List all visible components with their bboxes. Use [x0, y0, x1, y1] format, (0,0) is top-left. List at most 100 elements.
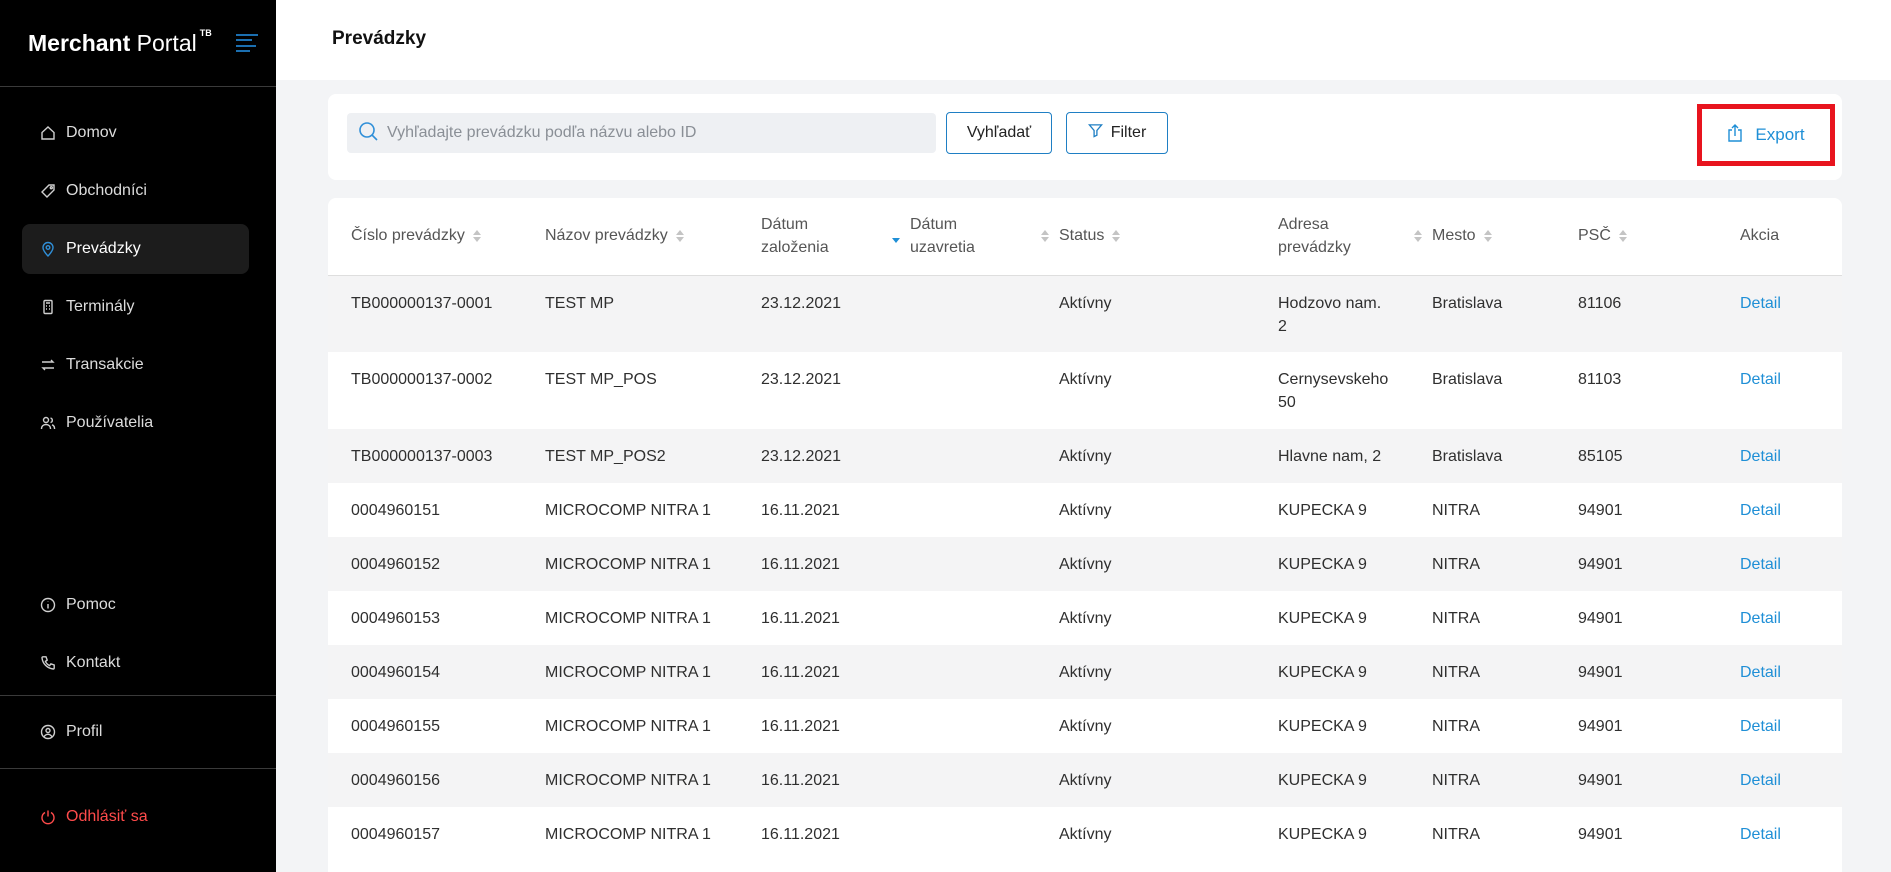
- filter-label: Filter: [1110, 124, 1147, 141]
- cell-city: Bratislava: [1432, 429, 1578, 483]
- cell-status-text: Aktívny: [1059, 556, 1112, 573]
- nav-item-label: Obchodníci: [66, 182, 147, 199]
- cell-status-text: Aktívny: [1059, 610, 1112, 627]
- cell-zip-text: 94901: [1578, 772, 1623, 789]
- detail-link-text[interactable]: Detail: [1740, 772, 1781, 789]
- col-header-zip[interactable]: PSČ: [1578, 198, 1740, 276]
- cell-city-text: Bratislava: [1432, 294, 1503, 312]
- location-pin-icon: [40, 241, 56, 257]
- sort-desc-icon: [892, 230, 900, 243]
- phone-icon: [40, 655, 56, 671]
- col-header-created[interactable]: Dátum založenia: [761, 198, 910, 276]
- col-header-name[interactable]: Názov prevádzky: [545, 198, 761, 276]
- cell-name: MICROCOMP NITRA 1: [545, 699, 761, 753]
- support-nav: Pomoc Kontakt: [0, 580, 276, 696]
- cell-zip: 94901: [1578, 807, 1740, 861]
- header-label: Akcia: [1740, 227, 1780, 245]
- col-header-status[interactable]: Status: [1059, 198, 1278, 276]
- cell-created: 16.11.2021: [761, 753, 910, 807]
- cell-status-text: Aktívny: [1059, 371, 1112, 388]
- table-row: 0004960155 MICROCOMP NITRA 1 16.11.2021 Akt…: [328, 699, 1842, 753]
- nav-item-domov[interactable]: Domov: [22, 108, 249, 158]
- divider: [0, 695, 276, 696]
- cell-created-text: 23.12.2021: [761, 371, 842, 388]
- cell-created: 16.11.2021: [761, 591, 910, 645]
- cell-created-text: 23.12.2021: [761, 448, 842, 465]
- detail-link-text[interactable]: Detail: [1740, 718, 1781, 735]
- search-input[interactable]: [387, 124, 927, 142]
- search-card: Vyhľadať Filter: [328, 94, 1842, 180]
- detail-link-text[interactable]: Detail: [1740, 502, 1781, 519]
- detail-link-text[interactable]: Detail: [1740, 448, 1781, 465]
- nav-item-prevadzky[interactable]: Prevádzky: [22, 224, 249, 274]
- profile-nav: Profil: [0, 707, 276, 765]
- cell-city: Bratislava: [1432, 352, 1578, 429]
- address-line: Cernysevskeho: [1278, 371, 1389, 388]
- cell-created: 23.12.2021: [761, 429, 910, 483]
- nav-item-label: Profil: [66, 723, 103, 740]
- nav-item-profil[interactable]: Profil: [22, 707, 249, 757]
- col-header-action: Akcia: [1740, 198, 1842, 276]
- nav-item-obchodnici[interactable]: Obchodníci: [22, 166, 249, 216]
- header-label: uzavretia: [910, 239, 975, 257]
- cell-closed: [910, 699, 1059, 753]
- nav-item-pouzivatelia[interactable]: Používatelia: [22, 398, 249, 448]
- detail-link-text[interactable]: Detail: [1740, 664, 1781, 681]
- detail-link-text[interactable]: Detail: [1740, 295, 1781, 312]
- menu-toggle-icon[interactable]: [236, 34, 258, 52]
- export-button[interactable]: Export: [1727, 123, 1805, 147]
- col-header-closed[interactable]: Dátum uzavretia: [910, 198, 1059, 276]
- cell-zip-text: 85105: [1578, 448, 1623, 465]
- cell-status-text: Aktívny: [1059, 664, 1112, 681]
- detail-link-text[interactable]: Detail: [1740, 556, 1781, 573]
- cell-zip-text: 94901: [1578, 556, 1623, 573]
- cell-status: Aktívny: [1059, 352, 1278, 429]
- terminal-icon: [40, 299, 56, 315]
- table-row: 0004960151 MICROCOMP NITRA 1 16.11.2021 Akt…: [328, 483, 1842, 537]
- cell-created-text: 16.11.2021: [761, 772, 840, 789]
- brand-name-bold: Merchant: [28, 29, 131, 56]
- cell-created-text: 16.11.2021: [761, 556, 840, 573]
- main-nav: Domov Obchodníci Prevádzky Terminály Tra…: [0, 87, 276, 448]
- table-card: Číslo prevádzky Názov prevádzky Dátum zal…: [328, 198, 1842, 872]
- cell-city-text: NITRA: [1432, 664, 1480, 681]
- profile-icon: [40, 724, 56, 740]
- nav-item-label: Transakcie: [66, 356, 144, 373]
- detail-link-text[interactable]: Detail: [1740, 610, 1781, 627]
- nav-item-transakcie[interactable]: Transakcie: [22, 340, 249, 390]
- cell-id-text: TB000000137-0003: [351, 448, 493, 465]
- cell-id: TB000000137-0003: [328, 429, 545, 483]
- cell-closed: [910, 807, 1059, 861]
- col-header-address[interactable]: Adresa prevádzky: [1278, 198, 1432, 276]
- nav-item-kontakt[interactable]: Kontakt: [22, 638, 249, 688]
- header-label: Adresa: [1278, 216, 1329, 234]
- table-row: 0004960152 MICROCOMP NITRA 1 16.11.2021 Akt…: [328, 537, 1842, 591]
- nav-item-terminaly[interactable]: Terminály: [22, 282, 249, 332]
- filter-button[interactable]: Filter: [1066, 112, 1168, 154]
- info-icon: [40, 597, 56, 613]
- cell-address: Hlavne nam, 2: [1278, 429, 1432, 483]
- cell-closed: [910, 275, 1059, 352]
- cell-id-text: 0004960156: [351, 772, 440, 789]
- power-icon: [40, 809, 56, 825]
- detail-link-text[interactable]: Detail: [1740, 371, 1781, 388]
- col-header-id[interactable]: Číslo prevádzky: [328, 198, 545, 276]
- nav-item-pomoc[interactable]: Pomoc: [22, 580, 249, 630]
- detail-link: Detail: [1740, 753, 1842, 807]
- cell-status: Aktívny: [1059, 753, 1278, 807]
- address-line: 2: [1278, 317, 1287, 335]
- nav-item-label: Terminály: [66, 298, 135, 315]
- header-label: prevádzky: [1278, 239, 1351, 257]
- cell-status: Aktívny: [1059, 591, 1278, 645]
- table-body: TB000000137-0001 TEST MP 23.12.2021 Aktívny…: [328, 275, 1842, 861]
- col-header-city[interactable]: Mesto: [1432, 198, 1578, 276]
- sort-icon: [1112, 230, 1121, 243]
- detail-link-text[interactable]: Detail: [1740, 826, 1781, 843]
- logout-button[interactable]: Odhlásiť sa: [22, 792, 249, 842]
- cell-id-text: 0004960153: [351, 610, 440, 627]
- cell-city-text: NITRA: [1432, 502, 1480, 519]
- search-button[interactable]: Vyhľadať: [946, 112, 1052, 154]
- cell-name-text: TEST MP: [545, 294, 615, 312]
- header-label: Názov prevádzky: [545, 227, 668, 245]
- page-title: Prevádzky: [332, 28, 427, 49]
